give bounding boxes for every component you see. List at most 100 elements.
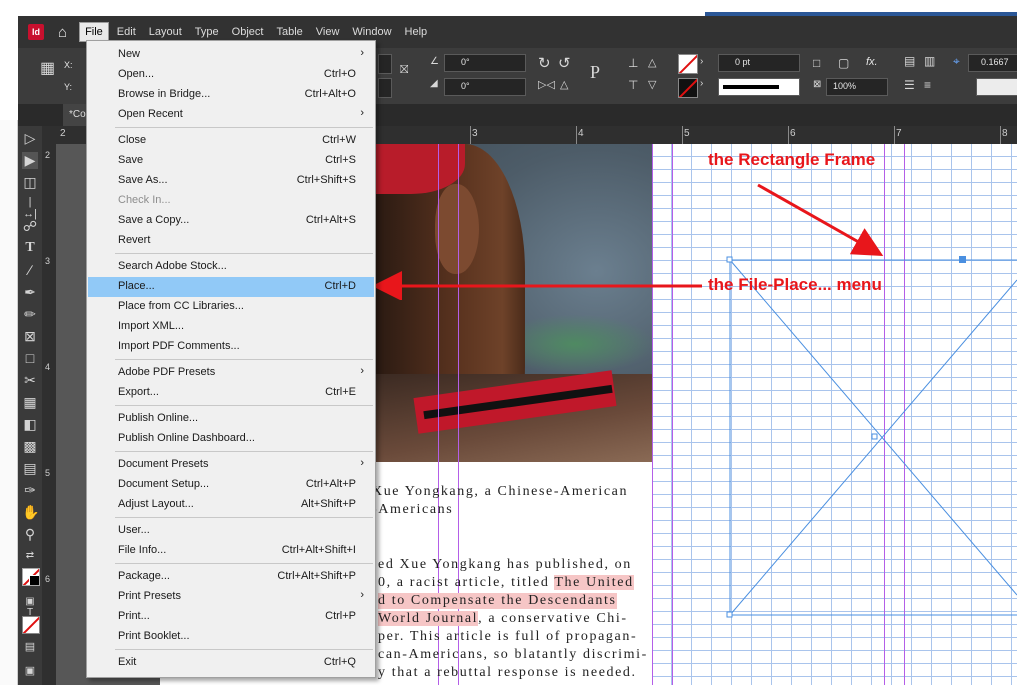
rotation-angle-field[interactable]: 0° <box>444 54 526 72</box>
distribute-icon[interactable]: ≡ <box>924 78 931 92</box>
white-swatch-field[interactable] <box>976 78 1017 96</box>
menu-item-browse-bridge[interactable]: Browse in Bridge... Ctrl+Alt+O <box>88 85 374 105</box>
menu-item-file-info[interactable]: File Info... Ctrl+Alt+Shift+I <box>88 541 374 561</box>
menu-item-print-presets[interactable]: Print Presets › <box>88 587 374 607</box>
menu-item-search-stock[interactable]: Search Adobe Stock... <box>88 257 374 277</box>
menu-item-new[interactable]: New › <box>88 45 374 65</box>
pencil-tool-icon[interactable]: ✏ <box>22 306 38 323</box>
selection-tool-icon[interactable]: ▶ <box>22 152 38 169</box>
menu-window[interactable]: Window <box>347 22 396 42</box>
stroke-weight-field[interactable]: 0 pt <box>718 54 800 72</box>
file-menu-dropdown: New › Open... Ctrl+O Browse in Bridge... Ct… <box>86 40 376 678</box>
w-dropdown[interactable] <box>378 54 392 74</box>
select-content-icon[interactable]: ⊤ <box>628 78 638 92</box>
opacity-field[interactable]: 100% <box>826 78 888 96</box>
menu-item-pdf-presets[interactable]: Adobe PDF Presets › <box>88 363 374 383</box>
menu-item-document-setup[interactable]: Document Setup... Ctrl+Alt+P <box>88 475 374 495</box>
annotation-rectangle-frame: the Rectangle Frame <box>708 150 876 169</box>
menu-item-save-as[interactable]: Save As... Ctrl+Shift+S <box>88 171 374 191</box>
menu-file[interactable]: File <box>79 22 109 42</box>
free-transform-tool-icon[interactable]: ▦ <box>22 394 38 411</box>
gradient-feather-tool-icon[interactable]: ▩ <box>22 438 38 455</box>
align-icon[interactable]: ☰ <box>904 78 915 92</box>
menu-layout[interactable]: Layout <box>144 22 187 42</box>
stroke-dropdown-icon[interactable]: › <box>700 78 703 89</box>
note-tool-icon[interactable]: ▤ <box>22 460 38 477</box>
screen-mode-icon[interactable]: ▤ <box>22 640 38 653</box>
rotate-cw-icon[interactable]: ↻ <box>538 54 551 72</box>
select-next-icon[interactable]: ▽ <box>648 78 656 91</box>
menu-item-user[interactable]: User... <box>88 521 374 541</box>
menu-item-print[interactable]: Print... Ctrl+P <box>88 607 374 627</box>
menu-item-adjust-layout[interactable]: Adjust Layout... Alt+Shift+P <box>88 495 374 515</box>
text-wrap-alt-icon[interactable]: ▥ <box>924 54 935 68</box>
scissors-tool-icon[interactable]: ✂ <box>22 372 38 389</box>
apply-none-icon[interactable] <box>22 616 40 634</box>
menu-table[interactable]: Table <box>271 22 307 42</box>
menu-item-exit[interactable]: Exit Ctrl+Q <box>88 653 374 673</box>
highlighted-source: World Journal <box>378 611 479 626</box>
formatting-container-icon[interactable]: ▣ T <box>22 596 38 618</box>
menu-item-import-pdf-comments[interactable]: Import PDF Comments... <box>88 337 374 357</box>
fill-dropdown-icon[interactable]: › <box>700 56 703 67</box>
menu-view[interactable]: View <box>311 22 345 42</box>
menu-item-publish-dashboard[interactable]: Publish Online Dashboard... <box>88 429 374 449</box>
text-wrap-icon[interactable]: ▤ <box>904 54 915 68</box>
menu-edit[interactable]: Edit <box>112 22 141 42</box>
ruler-number: 2 <box>60 128 66 139</box>
stroke-value-field[interactable]: 0.1667 <box>968 54 1017 72</box>
menu-item-export[interactable]: Export... Ctrl+E <box>88 383 374 403</box>
menu-item-print-booklet[interactable]: Print Booklet... <box>88 627 374 647</box>
menu-item-place[interactable]: Place... Ctrl+D <box>88 277 374 297</box>
menu-item-save-copy[interactable]: Save a Copy... Ctrl+Alt+S <box>88 211 374 231</box>
frame-fitting-icon[interactable]: □ <box>813 56 820 70</box>
fill-stroke-proxy-icon[interactable] <box>22 568 40 586</box>
select-prev-icon[interactable]: △ <box>648 56 656 69</box>
content-collector-icon[interactable]: ☍ <box>22 218 38 235</box>
menu-item-check-in: Check In... <box>118 194 171 206</box>
view-mode-icon[interactable]: ▣ <box>22 664 38 677</box>
rectangle-frame[interactable] <box>650 250 1017 630</box>
page-tool-icon[interactable]: ◫ <box>22 174 38 191</box>
constrain-link-icon[interactable]: ⛝ <box>400 64 408 77</box>
zoom-tool-icon[interactable]: ⚲ <box>22 526 38 543</box>
direct-selection-tool-icon[interactable]: ▷ <box>22 130 38 147</box>
type-tool-icon[interactable]: T <box>22 240 38 256</box>
menu-item-package[interactable]: Package... Ctrl+Alt+Shift+P <box>88 567 374 587</box>
effects-icon[interactable]: fx. <box>866 56 878 68</box>
gradient-swatch-tool-icon[interactable]: ◧ <box>22 416 38 433</box>
menu-item-document-presets[interactable]: Document Presets › <box>88 455 374 475</box>
flip-vertical-icon[interactable]: △ <box>560 78 568 91</box>
stroke-swatch[interactable] <box>678 78 698 98</box>
menu-item-open[interactable]: Open... Ctrl+O <box>88 65 374 85</box>
line-tool-icon[interactable]: ∕ <box>22 262 38 278</box>
pen-tool-icon[interactable]: ✒ <box>22 284 38 301</box>
select-container-icon[interactable]: ⊥ <box>628 56 638 70</box>
flip-horizontal-icon[interactable]: ▷◁ <box>538 78 555 91</box>
h-dropdown[interactable] <box>378 78 392 98</box>
menu-item-place-cc[interactable]: Place from CC Libraries... <box>88 297 374 317</box>
gap-tool-icon[interactable]: |↔| <box>22 196 38 220</box>
menu-item-revert[interactable]: Revert <box>88 231 374 251</box>
rectangle-tool-icon[interactable]: □ <box>22 350 38 366</box>
hand-tool-icon[interactable]: ✋ <box>22 504 39 521</box>
menu-item-open-recent[interactable]: Open Recent › <box>88 105 374 125</box>
menu-type[interactable]: Type <box>190 22 224 42</box>
grid-transform-icon[interactable]: ⌖ <box>953 54 960 69</box>
menu-item-save[interactable]: Save Ctrl+S <box>88 151 374 171</box>
fill-none-swatch[interactable] <box>678 54 698 74</box>
menu-item-publish-online[interactable]: Publish Online... <box>88 409 374 429</box>
menu-object[interactable]: Object <box>227 22 269 42</box>
rectangle-frame-tool-icon[interactable]: ⊠ <box>22 328 38 345</box>
menu-help[interactable]: Help <box>400 22 433 42</box>
eyedropper-tool-icon[interactable]: ✑ <box>22 482 38 499</box>
menu-item-import-xml[interactable]: Import XML... <box>88 317 374 337</box>
menu-item-close[interactable]: Close Ctrl+W <box>88 131 374 151</box>
shear-angle-field[interactable]: 0° <box>444 78 526 96</box>
stroke-type-field[interactable] <box>718 78 800 96</box>
reference-point-icon[interactable]: ▦ <box>40 58 55 78</box>
home-icon[interactable]: ⌂ <box>58 24 67 41</box>
corner-options-icon[interactable]: ▢ <box>838 56 849 70</box>
swap-fill-stroke-icon[interactable]: ⇄ <box>22 550 38 561</box>
rotate-ccw-icon[interactable]: ↺ <box>558 54 571 72</box>
